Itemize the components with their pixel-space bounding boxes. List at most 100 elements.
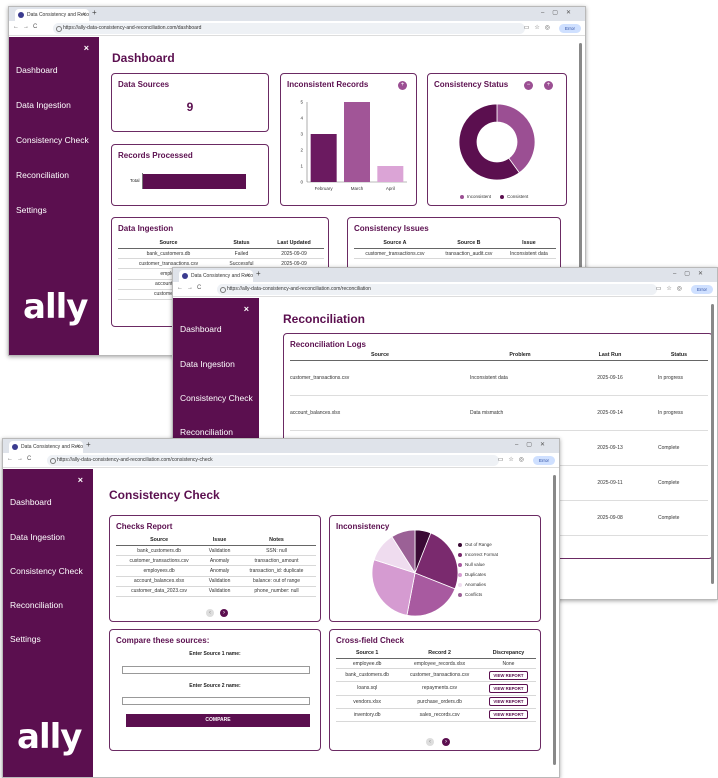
window-controls[interactable]: –▢✕ bbox=[673, 270, 711, 277]
tab-bar: Data Consistency and Reco × + –▢✕ bbox=[9, 7, 585, 21]
toolbar-icons[interactable]: ▭☆◎ bbox=[524, 24, 555, 31]
data-sources-value: 9 bbox=[186, 100, 194, 114]
col-header: Issue bbox=[202, 535, 238, 546]
sidebar-item-settings[interactable]: Settings bbox=[10, 634, 41, 644]
sidebar-item-data-ingestion[interactable]: Data Ingestion bbox=[180, 359, 235, 369]
col-header: Status bbox=[218, 238, 264, 249]
sidebar-item-data-ingestion[interactable]: Data Ingestion bbox=[10, 532, 65, 542]
cell: None bbox=[480, 658, 536, 670]
sidebar-item-consistency-check[interactable]: Consistency Check bbox=[16, 135, 89, 145]
nav-buttons[interactable]: ←→C bbox=[7, 456, 35, 462]
view-report-button[interactable]: VIEW REPORT bbox=[489, 697, 528, 707]
y-tick-label: 0 bbox=[300, 180, 303, 185]
col-header: Last Updated bbox=[263, 238, 324, 249]
new-tab-button[interactable]: + bbox=[256, 269, 261, 278]
cell: 2025-09-14 bbox=[597, 410, 623, 416]
scrollbar[interactable] bbox=[553, 475, 556, 765]
sidebar-item-reconciliation[interactable]: Reconciliation bbox=[10, 600, 63, 610]
bar bbox=[310, 134, 337, 182]
donut-chart bbox=[458, 103, 536, 181]
source1-input[interactable] bbox=[122, 666, 310, 674]
address-bar: ←→C https://ally-data-consistency-and-re… bbox=[3, 453, 559, 468]
toolbar-icons[interactable]: ▭☆◎ bbox=[656, 285, 687, 292]
legend-dot bbox=[458, 572, 462, 577]
sidebar-item-reconciliation[interactable]: Reconciliation bbox=[180, 427, 233, 437]
next-page-button[interactable]: › bbox=[442, 738, 450, 746]
close-icon[interactable]: × bbox=[244, 304, 249, 314]
col-header: Source bbox=[118, 238, 219, 249]
nav-buttons[interactable]: ←→C bbox=[13, 24, 41, 30]
cell: Complete bbox=[658, 480, 680, 486]
browser-tab[interactable]: Data Consistency and Reco × bbox=[15, 9, 89, 21]
prev-page-button[interactable]: ‹ bbox=[426, 738, 434, 746]
compare-button[interactable]: COMPARE bbox=[126, 714, 310, 727]
legend-consistent: Consistent bbox=[500, 194, 528, 199]
close-icon[interactable]: × bbox=[78, 475, 83, 485]
legend-label: Duplicates bbox=[465, 572, 487, 577]
card-title: Data Sources bbox=[118, 80, 170, 89]
plus-button[interactable]: + bbox=[544, 81, 553, 90]
sidebar-item-dashboard[interactable]: Dashboard bbox=[10, 497, 52, 507]
close-tab-icon[interactable]: × bbox=[82, 9, 86, 21]
error-badge[interactable]: Error bbox=[533, 456, 555, 465]
new-tab-button[interactable]: + bbox=[92, 8, 97, 17]
url-field[interactable]: https://ally-data-consistency-and-reconc… bbox=[217, 284, 657, 295]
cell: customer_transactions.csv bbox=[116, 555, 203, 567]
browser-tab[interactable]: Data Consistency and Reco × bbox=[179, 270, 253, 282]
prev-page-button[interactable]: ‹ bbox=[206, 609, 214, 617]
table-row: account_balances.xlsx Validation balance: … bbox=[116, 576, 316, 587]
add-button[interactable]: + bbox=[398, 81, 407, 90]
sidebar-item-settings[interactable]: Settings bbox=[16, 205, 47, 215]
cell: 2025-09-09 bbox=[263, 248, 324, 260]
tab-bar: Data Consistency and Reco × + –▢✕ bbox=[173, 268, 717, 282]
cell: bank_customers.db bbox=[118, 248, 219, 260]
sidebar-item-consistency-check[interactable]: Consistency Check bbox=[10, 566, 83, 576]
page-title: Consistency Check bbox=[109, 488, 220, 502]
sidebar-item-dashboard[interactable]: Dashboard bbox=[16, 65, 58, 75]
url-field[interactable]: https://ally-data-consistency-and-reconc… bbox=[47, 455, 499, 466]
error-badge[interactable]: Error bbox=[559, 24, 581, 33]
pie-chart bbox=[371, 529, 459, 617]
view-report-button[interactable]: VIEW REPORT bbox=[489, 683, 528, 693]
source2-input[interactable] bbox=[122, 697, 310, 705]
view-report-button[interactable]: VIEW REPORT bbox=[489, 670, 528, 680]
close-tab-icon[interactable]: × bbox=[76, 441, 80, 453]
window-controls[interactable]: –▢✕ bbox=[541, 9, 579, 16]
close-tab-icon[interactable]: × bbox=[246, 270, 250, 282]
col-header: Status bbox=[670, 352, 688, 358]
cell: Data mismatch bbox=[470, 410, 504, 416]
next-page-button[interactable]: › bbox=[220, 609, 228, 617]
table-row: bank_customers.db Failed 2025-09-09 bbox=[118, 248, 324, 260]
cell: Anomaly bbox=[202, 555, 238, 567]
minus-button[interactable]: − bbox=[524, 81, 533, 90]
url-field[interactable]: https://ally-data-consistency-and-reconc… bbox=[53, 23, 525, 34]
sidebar-item-consistency-check[interactable]: Consistency Check bbox=[180, 393, 253, 403]
browser-tab[interactable]: Data Consistency and Reco × bbox=[9, 441, 83, 453]
toolbar-icons[interactable]: ▭☆◎ bbox=[498, 456, 529, 463]
legend-dot bbox=[460, 194, 464, 199]
source2-label: Enter Source 2 name: bbox=[189, 683, 241, 689]
cell: purchase_orders.db bbox=[398, 695, 481, 709]
error-badge[interactable]: Error bbox=[691, 285, 713, 294]
sidebar-item-data-ingestion[interactable]: Data Ingestion bbox=[16, 100, 71, 110]
nav-buttons[interactable]: ←→C bbox=[177, 285, 205, 291]
col-header: Notes bbox=[237, 535, 316, 546]
close-icon[interactable]: × bbox=[84, 43, 89, 53]
card-title: Data Ingestion bbox=[118, 224, 174, 233]
sidebar-item-reconciliation[interactable]: Reconciliation bbox=[16, 170, 69, 180]
view-report-button[interactable]: VIEW REPORT bbox=[489, 710, 528, 720]
card-title: Cross-field Check bbox=[336, 636, 405, 645]
sidebar-item-dashboard[interactable]: Dashboard bbox=[180, 324, 222, 334]
new-tab-button[interactable]: + bbox=[86, 440, 91, 449]
legend-item: Conflicts bbox=[458, 592, 498, 602]
window-controls[interactable]: –▢✕ bbox=[515, 441, 553, 448]
card-title: Consistency Status bbox=[434, 80, 509, 89]
scrollbar[interactable] bbox=[711, 304, 714, 584]
bar-chart: 0 1 2 3 4 5 February March April bbox=[300, 100, 407, 191]
y-tick-label: 1 bbox=[300, 164, 303, 169]
cell: employee_records.xlsx bbox=[398, 658, 481, 670]
checks-report-card: Checks Report Source Issue Notes bank_cust… bbox=[109, 515, 321, 622]
col-header: Discrepancy bbox=[480, 648, 536, 659]
x-tick-label: April bbox=[386, 186, 395, 191]
y-tick-label: 4 bbox=[300, 116, 303, 121]
